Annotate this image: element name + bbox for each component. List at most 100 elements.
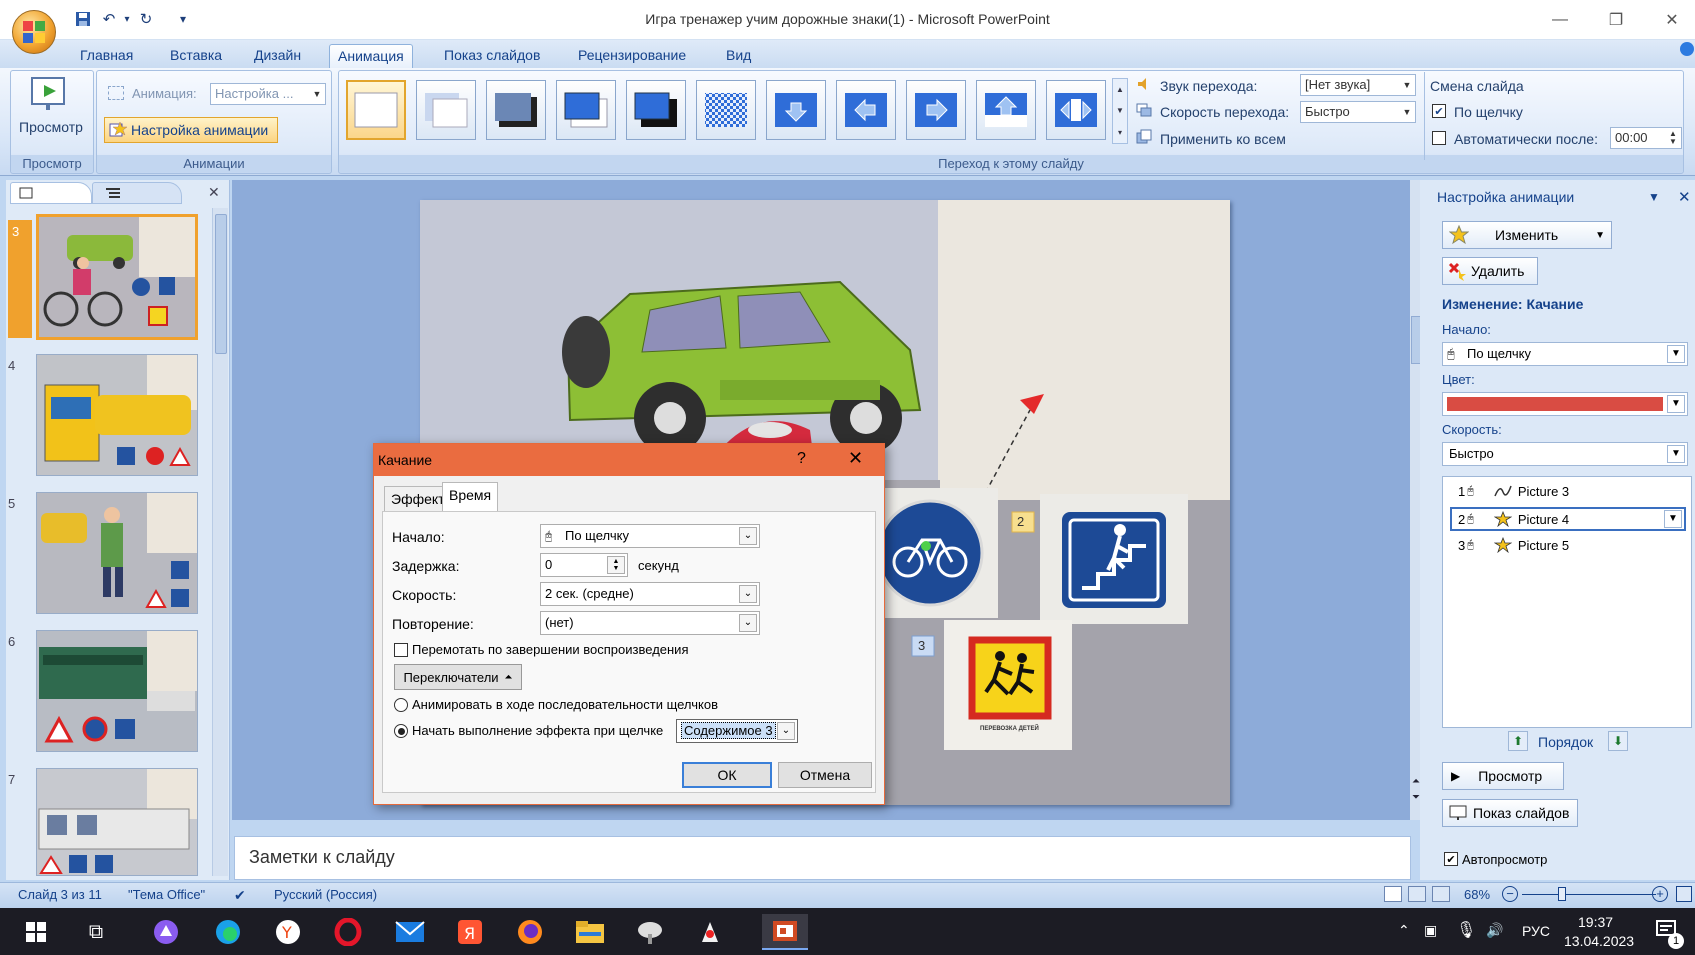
restore-button[interactable]: ❐ (1596, 6, 1636, 34)
theme-name[interactable]: "Тема Office" (128, 887, 205, 902)
yandex-icon[interactable]: Я (452, 914, 488, 950)
tab-insert[interactable]: Вставка (162, 44, 230, 68)
powerpoint-taskbar-icon[interactable] (762, 914, 808, 950)
minimize-button[interactable]: — (1540, 6, 1580, 34)
spellcheck-icon[interactable]: ✔ (234, 887, 246, 904)
fit-to-window-icon[interactable] (1676, 886, 1692, 902)
dlg-repeat-combo[interactable]: (нет) ⌄ (540, 611, 760, 635)
auto-after-checkbox[interactable] (1432, 131, 1446, 145)
tab-design[interactable]: Дизайн (246, 44, 309, 68)
move-down-icon[interactable]: ⬇ (1608, 731, 1628, 751)
chevron-up-icon[interactable]: ▲ (1116, 85, 1124, 94)
network-icon[interactable]: ▣ (1424, 922, 1437, 939)
change-effect-button[interactable]: Изменить ▼ (1442, 221, 1612, 249)
firefox-icon[interactable] (512, 914, 548, 950)
reading-view-icon[interactable] (1432, 886, 1450, 902)
triggers-button[interactable]: Переключатели ⏶ (394, 664, 522, 690)
volume-icon[interactable]: 🔊 (1486, 922, 1503, 939)
animation-list-item[interactable]: 3 🖰 Picture 5 (1446, 534, 1686, 556)
chevron-down-icon[interactable]: ▼ (1116, 106, 1124, 115)
transition-wipe-up[interactable] (976, 80, 1036, 140)
input-language[interactable]: РУС (1522, 923, 1550, 939)
language-indicator[interactable]: Русский (Россия) (274, 887, 377, 902)
pane-slideshow-button[interactable]: Показ слайдов (1442, 799, 1578, 827)
chevron-down-icon[interactable]: ▼ (1664, 510, 1682, 528)
normal-view-icon[interactable] (1384, 886, 1402, 902)
dialog-help-button[interactable]: ? (797, 450, 806, 468)
tab-animation[interactable]: Анимация (329, 44, 413, 68)
slide-thumbnail-3[interactable] (36, 214, 198, 340)
slides-scrollbar-thumb[interactable] (215, 214, 227, 354)
zoom-slider-thumb[interactable] (1558, 887, 1566, 901)
animation-combo[interactable]: Настройка ... ▼ (210, 83, 326, 105)
opera-icon[interactable] (330, 914, 366, 950)
cancel-button[interactable]: Отмена (778, 762, 872, 788)
tab-outline[interactable] (92, 182, 182, 204)
notes-pane[interactable]: Заметки к слайду (234, 836, 1411, 880)
speed-combo[interactable]: Быстро ▼ (1300, 101, 1416, 123)
autopreview-checkbox[interactable]: ✔ (1444, 852, 1458, 866)
close-panel-icon[interactable]: ✕ (208, 184, 220, 201)
edge-icon[interactable] (210, 914, 246, 950)
transition-wipe-left[interactable] (836, 80, 896, 140)
pane-menu-icon[interactable]: ▼ (1648, 190, 1660, 204)
animation-list-item-selected[interactable]: 2 🖰 Picture 4 ▼ (1450, 507, 1686, 531)
start-on-click-radio[interactable] (394, 724, 408, 738)
apply-all-button[interactable]: Применить ко всем (1160, 131, 1286, 147)
zoom-in-icon[interactable]: + (1652, 886, 1668, 902)
on-click-checkbox[interactable]: ✔ (1432, 104, 1446, 118)
start-icon[interactable] (18, 914, 54, 950)
clock-date[interactable]: 13.04.2023 (1564, 933, 1634, 949)
transition-cut[interactable] (556, 80, 616, 140)
next-slide-icon[interactable]: ⏷ (1412, 792, 1420, 803)
transition-split[interactable] (1046, 80, 1106, 140)
pane-preview-button[interactable]: ▶ Просмотр (1442, 762, 1564, 790)
close-button[interactable]: ✕ (1652, 6, 1692, 34)
dlg-speed-combo[interactable]: 2 сек. (средне) ⌄ (540, 582, 760, 606)
slide-thumbnail-4[interactable] (36, 354, 198, 476)
office-button[interactable] (12, 10, 56, 54)
tab-home[interactable]: Главная (72, 44, 141, 68)
time-spinner-icon[interactable]: ▲ ▼ (1665, 128, 1681, 148)
dialog-title-bar[interactable]: Качание ? ✕ (374, 444, 884, 476)
sorter-view-icon[interactable] (1408, 886, 1426, 902)
zoom-level[interactable]: 68% (1464, 887, 1490, 902)
delete-effect-button[interactable]: Удалить (1442, 257, 1538, 285)
transition-fade-smooth[interactable] (416, 80, 476, 140)
tab-review[interactable]: Рецензирование (570, 44, 694, 68)
dlg-delay-input[interactable]: 0 ▲ ▼ (540, 553, 628, 577)
slide-thumbnail-7[interactable] (36, 768, 198, 876)
transition-cut-black[interactable] (626, 80, 686, 140)
transition-none[interactable] (346, 80, 406, 140)
mail-icon[interactable] (392, 914, 428, 950)
dlg-start-combo[interactable]: 🖰 По щелчку ⌄ (540, 524, 760, 548)
app-icon[interactable] (632, 914, 668, 950)
gallery-more-icon[interactable]: ▾ (1118, 128, 1122, 137)
yandex-browser-icon[interactable]: Y (270, 914, 306, 950)
transition-fade-black[interactable] (486, 80, 546, 140)
zoom-slider[interactable] (1522, 894, 1656, 895)
alice-icon[interactable] (148, 914, 184, 950)
animate-sequence-radio[interactable] (394, 698, 408, 712)
close-pane-icon[interactable]: ✕ (1678, 188, 1691, 206)
help-icon[interactable] (1680, 42, 1694, 56)
transition-wipe-down[interactable] (766, 80, 826, 140)
prev-slide-icon[interactable]: ⏶ (1412, 776, 1420, 787)
slide-thumbnail-5[interactable] (36, 492, 198, 614)
paint-app-icon[interactable] (692, 914, 728, 950)
clock-time[interactable]: 19:37 (1578, 914, 1613, 930)
slide-thumbnail-6[interactable] (36, 630, 198, 752)
ok-button[interactable]: ОК (682, 762, 772, 788)
zoom-out-icon[interactable]: − (1502, 886, 1518, 902)
animation-list-item[interactable]: 1 🖰 Picture 3 (1446, 480, 1686, 502)
tab-slideshow[interactable]: Показ слайдов (436, 44, 548, 68)
task-view-icon[interactable]: ⧉ (78, 914, 114, 950)
transition-wipe-right[interactable] (906, 80, 966, 140)
transition-gallery-scroll[interactable]: ▲ ▼ ▾ (1112, 78, 1128, 144)
move-up-icon[interactable]: ⬆ (1508, 731, 1528, 751)
auto-time-field[interactable]: 00:00 ▲ ▼ (1610, 127, 1682, 149)
trigger-target-combo[interactable]: Содержимое 3 ⌄ (676, 719, 798, 743)
dialog-close-button[interactable]: ✕ (848, 448, 863, 469)
transition-dissolve[interactable] (696, 80, 756, 140)
rewind-checkbox[interactable] (394, 643, 408, 657)
